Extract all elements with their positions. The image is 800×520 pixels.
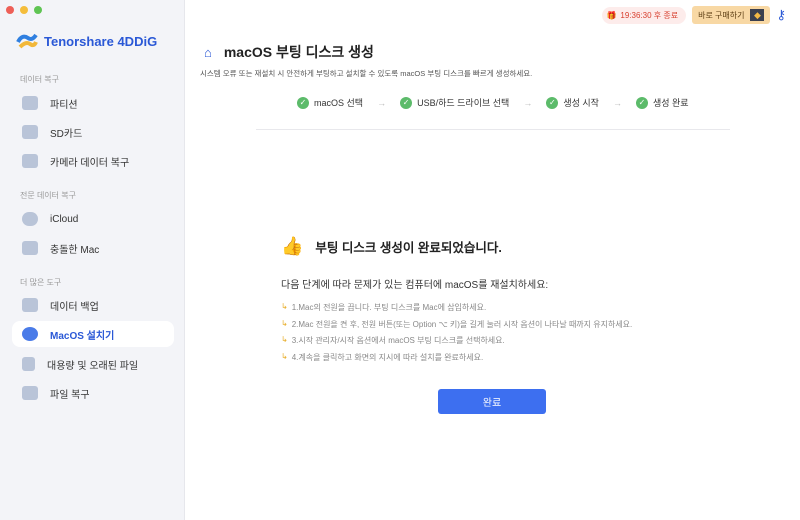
apple-icon	[22, 327, 38, 341]
arrow-icon: ↳	[281, 318, 288, 328]
list-item: ↳ 2.Mac 전원을 켠 후, 전원 버튼(또는 Option ⌥ 키)을 길게…	[281, 319, 632, 336]
check-icon: ✓	[546, 96, 559, 109]
arrow-right-icon: →	[612, 97, 622, 108]
logo-icon	[16, 33, 38, 49]
section-label: 데이터 복구	[20, 75, 60, 84]
step-label: 생성 완료	[652, 98, 689, 108]
label: 파티션	[50, 99, 78, 111]
arrow-icon: ↳	[281, 351, 288, 361]
sidebar-item-large-files[interactable]: 대용량 및 오래된 파일	[12, 351, 174, 377]
text: 2.Mac 전원을 켠 후, 전원 버튼(또는 Option ⌥ 키)을 길게 …	[291, 319, 633, 329]
label: iCloud	[50, 213, 79, 225]
sidebar-item-partition[interactable]: 파티션	[12, 90, 174, 116]
complete-button[interactable]: 완료	[438, 389, 546, 414]
page-title: ⌂ macOS 부팅 디스크 생성	[204, 42, 374, 62]
text: 4.계속을 클릭하고 화면의 지시에 따라 설치를 완료하세요.	[291, 352, 484, 362]
label: 대용량 및 오래된 파일	[47, 360, 139, 372]
sidebar-item-crashed-mac[interactable]: 충돌한 Mac	[12, 235, 174, 261]
buy-now-button[interactable]: 바로 구매하기 ◆	[692, 6, 771, 24]
progress-steps: ✓ macOS 선택 → ✓ USB/하드 드라이브 선택 → ✓ 생성 시작 → ✓…	[297, 96, 689, 109]
close-button[interactable]	[6, 6, 14, 14]
check-icon: ✓	[400, 96, 413, 109]
step-label: macOS 선택	[314, 98, 364, 108]
text: 3.시작 관리자/시작 옵션에서 macOS 부팅 디스크를 선택하세요.	[291, 336, 505, 345]
diamond-icon: ◆	[750, 9, 765, 21]
completion-heading: 👍 부팅 디스크 생성이 완료되었습니다.	[281, 236, 502, 257]
celebration-icon: 👍	[281, 236, 304, 256]
list-item: ↳ 1.Mac의 전원을 끕니다. 부팅 디스크를 Mac에 삽입하세요.	[281, 302, 632, 319]
section-label: 더 많은 도구	[20, 278, 62, 287]
sidebar-item-backup[interactable]: 데이터 백업	[12, 292, 174, 318]
sidebar-item-camera[interactable]: 카메라 데이터 복구	[12, 148, 174, 174]
crashed-mac-icon	[22, 241, 38, 255]
promo-timer[interactable]: 🎁 19:36:30 후 종료	[602, 6, 687, 24]
label: SD카드	[50, 128, 83, 140]
header-actions: 🎁 19:36:30 후 종료 바로 구매하기 ◆ ⚷	[602, 6, 786, 24]
check-icon: ✓	[635, 96, 648, 109]
sidebar-item-sd-card[interactable]: SD카드	[12, 119, 174, 145]
app-logo: Tenorshare 4DDiG	[16, 32, 157, 50]
instruction-list: ↳ 1.Mac의 전원을 끕니다. 부팅 디스크를 Mac에 삽입하세요. ↳ 2.…	[281, 302, 632, 368]
arrow-right-icon: →	[377, 97, 387, 108]
key-icon[interactable]: ⚷	[776, 7, 786, 23]
label: 데이터 백업	[50, 301, 99, 313]
check-icon: ✓	[297, 96, 309, 109]
label: 충돌한 Mac	[50, 244, 100, 256]
buy-label: 바로 구매하기	[698, 10, 745, 20]
drive-icon	[22, 96, 38, 110]
sidebar-item-macos-installer[interactable]: MacOS 설치기	[12, 321, 174, 347]
camera-icon	[22, 154, 38, 168]
instructions-intro: 다음 단계에 따라 문제가 있는 컴퓨터에 macOS를 재설치하세요:	[281, 280, 549, 291]
sd-card-icon	[22, 125, 38, 139]
gift-icon: 🎁	[606, 10, 617, 20]
sidebar-item-icloud[interactable]: iCloud	[12, 206, 174, 232]
label: MacOS 설치기	[50, 330, 115, 342]
list-item: ↳ 3.시작 관리자/시작 옵션에서 macOS 부팅 디스크를 선택하세요.	[281, 335, 632, 352]
home-icon[interactable]: ⌂	[204, 45, 212, 60]
divider	[256, 129, 730, 130]
maximize-button[interactable]	[34, 6, 42, 14]
app-name: Tenorshare 4DDiG	[44, 33, 158, 49]
arrow-right-icon: →	[523, 97, 533, 108]
file-recovery-icon	[22, 386, 38, 400]
completion-title: 부팅 디스크 생성이 완료되었습니다.	[315, 241, 502, 255]
label: 파일 복구	[50, 389, 90, 401]
step-label: USB/하드 드라이브 선택	[417, 98, 510, 108]
file-icon	[22, 357, 35, 371]
text: 1.Mac의 전원을 끕니다. 부팅 디스크를 Mac에 삽입하세요.	[291, 303, 487, 312]
title-text: macOS 부팅 디스크 생성	[223, 44, 374, 60]
sidebar: Tenorshare 4DDiG 데이터 복구 파티션 SD카드 카메라 데이터…	[0, 0, 185, 520]
sidebar-item-file-recovery[interactable]: 파일 복구	[12, 380, 174, 406]
arrow-icon: ↳	[281, 302, 288, 311]
page-subtitle: 시스템 오류 또는 재설치 시 안전하게 부팅하고 설치할 수 있도록 macO…	[200, 69, 533, 78]
label: 카메라 데이터 복구	[50, 157, 130, 169]
arrow-icon: ↳	[281, 335, 288, 344]
backup-icon	[22, 298, 38, 312]
minimize-button[interactable]	[20, 6, 28, 14]
cloud-icon	[22, 212, 38, 226]
timer-text: 19:36:30 후 종료	[620, 10, 679, 20]
list-item: ↳ 4.계속을 클릭하고 화면의 지시에 따라 설치를 완료하세요.	[281, 352, 632, 369]
section-label: 전문 데이터 복구	[20, 191, 76, 200]
step-label: 생성 시작	[563, 98, 599, 108]
window-controls	[6, 6, 42, 14]
